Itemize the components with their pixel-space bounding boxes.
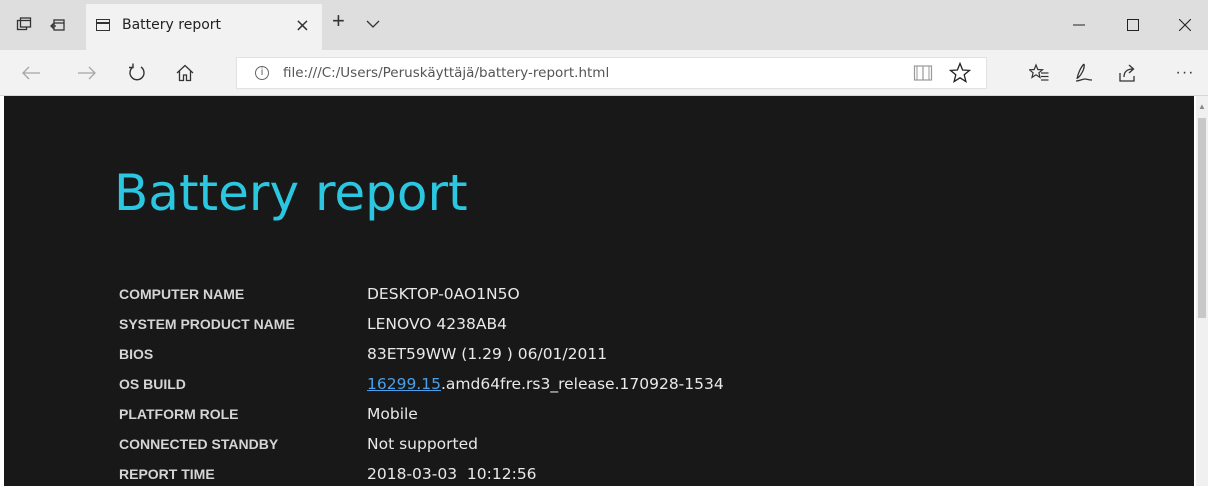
row-value: Not supported xyxy=(367,435,478,453)
os-build-link[interactable]: 16299.15 xyxy=(367,375,441,393)
close-icon xyxy=(1179,19,1191,31)
table-row: OS BUILD 16299.15.amd64fre.rs3_release.1… xyxy=(119,369,724,399)
battery-report-page: Battery report COMPUTER NAME DESKTOP-0AO… xyxy=(4,96,1194,486)
scroll-up-arrow-icon[interactable]: ▲ xyxy=(1198,102,1206,111)
row-label: BIOS xyxy=(119,346,154,362)
row-value: DESKTOP-0AO1N5O xyxy=(367,285,520,303)
address-bar[interactable]: i file:///C:/Users/Peruskäyttäjä/battery… xyxy=(236,57,987,89)
tab-close-button[interactable]: × xyxy=(295,15,310,36)
close-window-button[interactable] xyxy=(1162,0,1208,50)
share-button[interactable] xyxy=(1112,58,1142,88)
vertical-scrollbar[interactable]: ▲ xyxy=(1196,96,1208,486)
table-row: CONNECTED STANDBY Not supported xyxy=(119,429,724,459)
info-icon[interactable]: i xyxy=(255,66,269,80)
row-label: SYSTEM PRODUCT NAME xyxy=(119,316,295,332)
row-value: 2018-03-03 10:12:56 xyxy=(367,465,537,483)
tab-preview-icon[interactable] xyxy=(14,15,34,35)
refresh-icon xyxy=(129,63,145,81)
more-dots-icon: ··· xyxy=(1175,64,1195,81)
new-tab-button[interactable]: + xyxy=(332,10,345,32)
url-text[interactable]: file:///C:/Users/Peruskäyttäjä/battery-r… xyxy=(283,65,609,81)
navigation-bar: i file:///C:/Users/Peruskäyttäjä/battery… xyxy=(0,50,1208,96)
back-arrow-icon xyxy=(22,66,40,80)
row-label: CONNECTED STANDBY xyxy=(119,436,279,452)
content-area: Battery report COMPUTER NAME DESKTOP-0AO… xyxy=(0,96,1208,486)
set-tabs-aside-icon[interactable] xyxy=(48,15,68,35)
home-icon xyxy=(176,64,194,82)
refresh-button[interactable] xyxy=(122,58,152,88)
share-icon xyxy=(1119,64,1135,82)
row-value: 16299.15.amd64fre.rs3_release.170928-153… xyxy=(367,369,724,399)
tab-list-button[interactable] xyxy=(366,16,380,34)
favorites-hub-icon xyxy=(1029,63,1049,81)
row-label: OS BUILD xyxy=(119,376,186,392)
favorites-hub-button[interactable] xyxy=(1024,58,1054,88)
favorite-star-icon[interactable] xyxy=(948,61,972,89)
home-button[interactable] xyxy=(170,58,200,88)
reading-view-icon[interactable] xyxy=(913,63,933,88)
table-row: SYSTEM PRODUCT NAME LENOVO 4238AB4 xyxy=(119,309,724,339)
plus-icon: + xyxy=(332,8,345,33)
tab-battery-report[interactable]: Battery report × xyxy=(86,4,322,50)
web-note-button[interactable] xyxy=(1068,58,1098,88)
forward-arrow-icon xyxy=(78,66,96,80)
more-button[interactable]: ··· xyxy=(1170,58,1200,88)
table-row: BIOS 83ET59WW (1.29 ) 06/01/2011 xyxy=(119,339,724,369)
title-bar: Battery report × + xyxy=(0,0,1208,50)
page-icon xyxy=(96,19,110,31)
back-button[interactable] xyxy=(16,58,46,88)
row-value: LENOVO 4238AB4 xyxy=(367,315,507,333)
report-title: Battery report xyxy=(114,164,468,222)
table-row: REPORT TIME 2018-03-03 10:12:56 xyxy=(119,459,724,486)
row-label: PLATFORM ROLE xyxy=(119,406,239,422)
table-row: PLATFORM ROLE Mobile xyxy=(119,399,724,429)
forward-button[interactable] xyxy=(72,58,102,88)
tab-title: Battery report xyxy=(122,17,222,33)
table-row: COMPUTER NAME DESKTOP-0AO1N5O xyxy=(119,279,724,309)
os-build-rest: .amd64fre.rs3_release.170928-1534 xyxy=(440,375,724,393)
row-value: 83ET59WW (1.29 ) 06/01/2011 xyxy=(367,345,608,363)
web-note-pen-icon xyxy=(1075,63,1093,82)
minimize-button[interactable] xyxy=(1056,0,1102,50)
minimize-icon xyxy=(1073,24,1085,26)
maximize-icon xyxy=(1127,19,1139,31)
row-label: REPORT TIME xyxy=(119,466,215,482)
row-label: COMPUTER NAME xyxy=(119,286,245,302)
maximize-button[interactable] xyxy=(1110,0,1156,50)
scroll-thumb[interactable] xyxy=(1198,118,1206,318)
chevron-down-icon xyxy=(366,20,380,28)
system-info-table: COMPUTER NAME DESKTOP-0AO1N5O SYSTEM PRO… xyxy=(119,279,724,486)
row-value: Mobile xyxy=(367,405,418,423)
